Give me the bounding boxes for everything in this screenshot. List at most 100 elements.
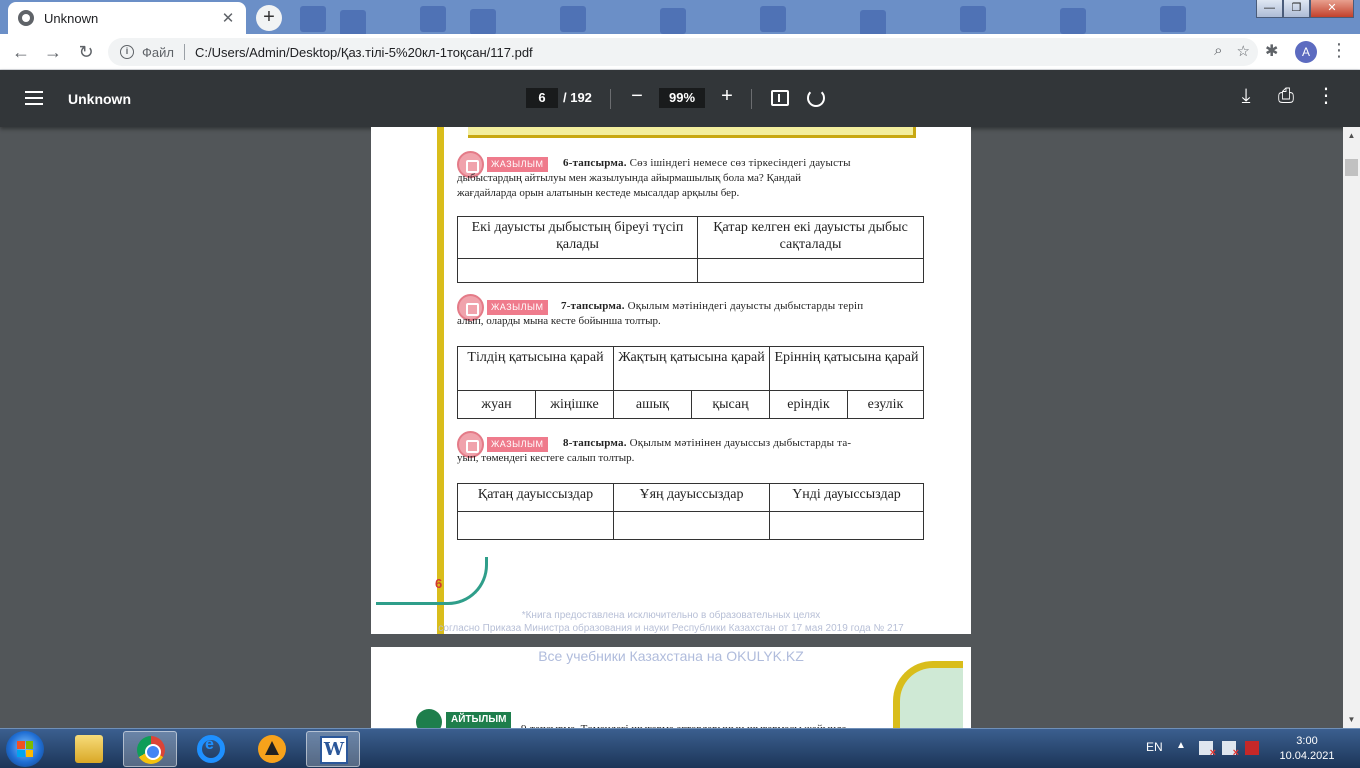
vertical-scrollbar[interactable]: ▲ ▼ (1343, 127, 1360, 728)
taskbar-avast[interactable] (245, 731, 299, 767)
window-close-button[interactable]: ✕ (1310, 0, 1354, 18)
volume-icon[interactable] (1222, 741, 1239, 759)
fit-to-page-icon[interactable] (771, 90, 789, 106)
windows-taskbar: e W EN ▲ 3:00 10.04.2021 (0, 728, 1360, 768)
language-indicator[interactable]: EN (1146, 740, 1163, 754)
desktop-background-decoration (470, 9, 496, 34)
task-6-table: Екі дауысты дыбыстың біреуі түсіп қалады… (457, 216, 924, 283)
folder-icon (75, 735, 103, 763)
zoom-out-button[interactable]: − (625, 85, 649, 109)
table-header-cell: Үнді дауыссыздар (769, 483, 924, 512)
pdf-toolbar: Unknown 6 / 192 − 99% + ⤓ ⎙ ⋮ (0, 70, 1360, 127)
table-subheader-cell: жуан (457, 390, 536, 419)
task-title: 7-тапсырма. (561, 300, 625, 312)
profile-avatar[interactable]: A (1295, 41, 1317, 63)
taskbar-internet-explorer[interactable]: e (184, 731, 238, 767)
taskbar-explorer[interactable] (62, 731, 116, 767)
browser-toolbar: ← → ↻ i Файл C:/Users/Admin/Desktop/Қаз.… (0, 34, 1360, 70)
chrome-icon (137, 736, 165, 764)
task-text: 8-тапсырма. Оқылым мәтінінен дауыссыз ды… (563, 436, 923, 451)
table-subheader-cell: қысаң (691, 390, 770, 419)
extensions-icon[interactable]: ✱ (1265, 41, 1278, 61)
task-8-table: Қатаң дауыссыздар Ұяң дауыссыздар Үнді д… (457, 483, 924, 540)
desktop-background-decoration (560, 6, 586, 32)
desktop-background-decoration (760, 6, 786, 32)
table-empty-cell (457, 258, 698, 283)
table-empty-cell (697, 258, 924, 283)
task-badge: ЖАЗЫЛЫМ (487, 300, 548, 315)
table-header-cell: Тілдің қатысына қарай (457, 346, 614, 391)
taskbar-word[interactable]: W (306, 731, 360, 767)
action-center-flag-icon[interactable] (1245, 741, 1259, 755)
internet-explorer-icon: e (197, 735, 225, 763)
zoom-in-button[interactable]: + (715, 85, 739, 109)
desktop-background-decoration (1060, 8, 1086, 34)
toolbar-separator (751, 89, 752, 109)
task-title: 6-тапсырма. (563, 157, 627, 169)
rotate-icon[interactable] (807, 89, 825, 107)
more-actions-icon[interactable]: ⋮ (1314, 85, 1338, 109)
url-text[interactable]: C:/Users/Admin/Desktop/Қаз.тілі-5%20кл-1… (195, 45, 533, 60)
clock-time: 3:00 (1296, 735, 1318, 747)
table-subheader-cell: еріндік (769, 390, 848, 419)
scroll-down-arrow-icon[interactable]: ▼ (1343, 711, 1360, 728)
tab-close-icon[interactable]: ✕ (220, 9, 236, 27)
window-controls: — ❐ ✕ (1256, 0, 1354, 18)
scheme-label: Файл (142, 44, 174, 60)
pdf-page-6: ЖАЗЫЛЫМ 6-тапсырма. Сөз ішіндегі немесе … (371, 127, 971, 634)
desktop-background-decoration (420, 6, 446, 32)
bookmark-star-icon[interactable]: ☆ (1237, 42, 1250, 60)
address-bar[interactable]: i Файл C:/Users/Admin/Desktop/Қаз.тілі-5… (108, 38, 1258, 66)
table-header-cell: Еріннің қатысына қарай (769, 346, 924, 391)
task-text-line: жағдайларда орын алатынын кестеде мысалд… (457, 187, 740, 199)
page-yellow-frame (893, 661, 963, 737)
scroll-thumb[interactable] (1345, 159, 1358, 176)
word-icon: W (320, 736, 348, 764)
forward-button[interactable]: → (42, 41, 64, 63)
info-icon[interactable]: i (120, 45, 134, 59)
new-tab-button[interactable]: + (256, 5, 282, 31)
table-header-cell: Ұяң дауыссыздар (613, 483, 770, 512)
show-hidden-icons-icon[interactable]: ▲ (1176, 740, 1186, 751)
download-icon[interactable]: ⤓ (1234, 85, 1258, 109)
page-number-input[interactable]: 6 (526, 88, 558, 108)
table-empty-cell (613, 511, 770, 540)
hamburger-menu-icon[interactable] (25, 91, 43, 105)
pdf-title: Unknown (68, 91, 131, 107)
table-subheader-cell: ашық (613, 390, 692, 419)
window-maximize-button[interactable]: ❐ (1283, 0, 1310, 18)
table-header-cell: Жақтың қатысына қарай (613, 346, 770, 391)
table-header-cell: Екі дауысты дыбыстың біреуі түсіп қалады (457, 216, 698, 259)
window-minimize-button[interactable]: — (1256, 0, 1283, 18)
page-number: 6 (435, 576, 443, 591)
print-icon[interactable]: ⎙ (1274, 85, 1298, 109)
browser-menu-icon[interactable]: ⋮ (1330, 40, 1348, 61)
desktop-background-decoration (1160, 6, 1186, 32)
table-subheader-cell: жіңішке (535, 390, 614, 419)
browser-tab[interactable]: Unknown ✕ (8, 2, 246, 34)
table-empty-cell (457, 511, 614, 540)
page-top-banner (468, 127, 916, 138)
start-button[interactable] (6, 731, 44, 767)
system-clock[interactable]: 3:00 10.04.2021 (1272, 734, 1342, 764)
globe-icon (18, 10, 34, 26)
desktop-background-decoration (300, 6, 326, 32)
back-button[interactable]: ← (10, 41, 32, 63)
task-text-line: дыбыстардың айтылуы мен жазылуында айырм… (457, 172, 801, 184)
zoom-input[interactable]: 99% (659, 88, 705, 108)
scroll-up-arrow-icon[interactable]: ▲ (1343, 127, 1360, 144)
task-text: 6-тапсырма. Сөз ішіндегі немесе сөз тірк… (563, 156, 923, 171)
desktop-background-decoration (860, 10, 886, 34)
task-text-line: Оқылым мәтініндегі дауысты дыбыстарды те… (624, 300, 864, 312)
task-text-line: Сөз ішіндегі немесе сөз тіркесіндегі дау… (626, 157, 851, 169)
desktop-background-decoration (960, 6, 986, 32)
taskbar-chrome[interactable] (123, 731, 177, 767)
task-badge: ЖАЗЫЛЫМ (487, 157, 548, 172)
network-icon[interactable] (1199, 741, 1216, 759)
task-text-line: алып, оларды мына кесте бойынша толтыр. (457, 315, 661, 327)
table-subheader-cell: езулік (847, 390, 924, 419)
zoom-icon[interactable]: ⌕ (1214, 42, 1222, 60)
watermark-text: *Книга предоставлена исключительно в обр… (521, 610, 821, 621)
reload-button[interactable]: ↻ (75, 41, 97, 63)
tab-strip: Unknown ✕ + — ❐ ✕ (0, 0, 1360, 34)
